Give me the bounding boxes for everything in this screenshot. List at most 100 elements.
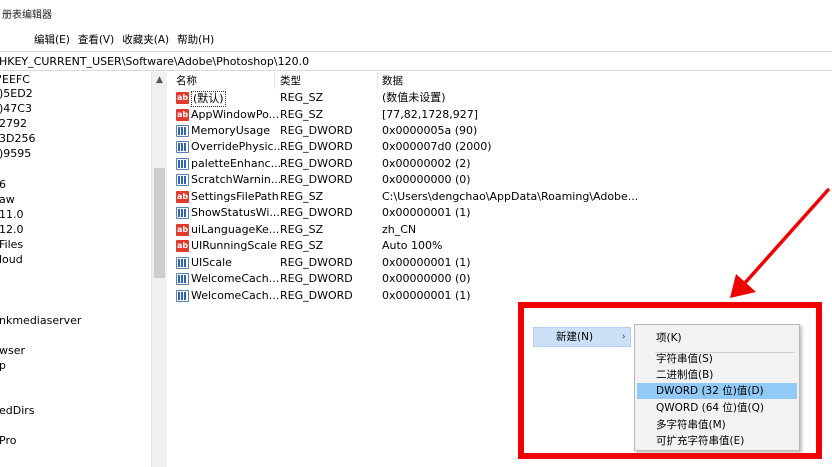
tree-item[interactable]: wser	[0, 343, 25, 359]
value-type: REG_DWORD	[280, 272, 353, 285]
tree-item[interactable]: aw	[0, 192, 15, 208]
submenu-item-dword-value[interactable]: DWORD (32 位)值(D)	[637, 383, 797, 399]
submenu-item-binary-value[interactable]: 二进制值(B)	[637, 367, 797, 383]
value-name: ScratchWarnin...	[191, 173, 282, 186]
tree-scrollbar[interactable]: ▲	[151, 72, 167, 467]
tree-item[interactable]: 11.0	[0, 207, 24, 223]
value-data: 0x00000001 (1)	[382, 289, 471, 302]
value-name: MemoryUsage	[191, 124, 271, 137]
tree-item[interactable]: p	[0, 358, 6, 374]
submenu-item-qword-value[interactable]: QWORD (64 位)值(Q)	[637, 400, 797, 416]
menu-edit[interactable]: 编辑(E)	[30, 30, 74, 50]
value-type: REG_DWORD	[280, 140, 353, 153]
value-name: paletteEnhanc...	[191, 157, 282, 170]
value-data: 0x00000000 (0)	[382, 173, 471, 186]
tree-item[interactable]: 12.0	[0, 222, 24, 238]
value-name: UIRunningScale	[191, 239, 277, 252]
value-type: REG_SZ	[280, 223, 324, 236]
tree-item[interactable]: 2792	[0, 116, 27, 132]
value-type: REG_DWORD	[280, 256, 353, 269]
column-header-data[interactable]: 数据	[382, 74, 403, 88]
registry-tree-pane[interactable]: 'EEFC )5ED2 )47C3 2792 3D256 )9595 6 aw …	[0, 72, 167, 467]
value-data: zh_CN	[382, 223, 417, 236]
column-separator[interactable]	[377, 72, 378, 89]
column-separator[interactable]	[274, 72, 275, 89]
value-name: WelcomeCach...	[191, 289, 280, 302]
column-header-name[interactable]: 名称	[176, 74, 197, 88]
value-type: REG_SZ	[280, 91, 324, 104]
submenu-item-multi-string-value[interactable]: 多字符串值(M)	[637, 417, 797, 433]
value-data: 0x000007d0 (2000)	[382, 140, 492, 153]
value-data: 0x00000001 (1)	[382, 256, 471, 269]
value-row[interactable]: WelcomeCach... REG_DWORD 0x00000000 (0)	[171, 271, 641, 287]
context-menu[interactable]: 新建(N) ›	[533, 327, 631, 347]
string-value-icon: ab	[176, 240, 189, 252]
tree-item[interactable]: 6	[0, 177, 6, 193]
value-row[interactable]: WelcomeCach... REG_DWORD 0x00000001 (1)	[171, 288, 641, 304]
dword-value-icon	[176, 207, 189, 219]
window-title: 册表编辑器	[2, 10, 52, 21]
tree-item[interactable]: Files	[0, 237, 23, 253]
tree-item[interactable]: )47C3	[0, 101, 32, 117]
dword-value-icon	[176, 257, 189, 269]
menu-bar: 编辑(E) 查看(V) 收藏夹(A) 帮助(H)	[0, 30, 218, 50]
value-type: REG_DWORD	[280, 289, 353, 302]
value-type: REG_DWORD	[280, 206, 353, 219]
value-data: 0x00000001 (1)	[382, 206, 471, 219]
value-name: WelcomeCach...	[191, 272, 280, 285]
address-bar[interactable]: HKEY_CURRENT_USER\Software\Adobe\Photosh…	[0, 51, 832, 71]
scroll-thumb[interactable]	[154, 168, 165, 278]
value-data: 0x00000000 (0)	[382, 272, 471, 285]
value-row[interactable]: ab AppWindowPo... REG_SZ [77,82,1728,927…	[171, 107, 641, 123]
menu-item-new[interactable]: 新建(N)	[556, 330, 593, 344]
value-type: REG_SZ	[280, 239, 324, 252]
tree-item[interactable]: nkmediaserver	[0, 313, 81, 329]
tree-item[interactable]: loud	[0, 252, 23, 268]
string-value-icon: ab	[176, 224, 189, 236]
dword-value-icon	[176, 273, 189, 285]
value-name: UIScale	[191, 256, 232, 269]
value-row[interactable]: ab uiLanguageKe... REG_SZ zh_CN	[171, 222, 641, 238]
value-data: 0x00000002 (2)	[382, 157, 471, 170]
value-row[interactable]: UIScale REG_DWORD 0x00000001 (1)	[171, 255, 641, 271]
submenu-item-string-value[interactable]: 字符串值(S)	[637, 351, 797, 367]
value-row[interactable]: ab UIRunningScale REG_SZ Auto 100%	[171, 238, 641, 254]
value-data: Auto 100%	[382, 239, 443, 252]
menu-view[interactable]: 查看(V)	[74, 30, 118, 50]
value-data: C:\Users\dengchao\AppData\Roaming\Adobe.…	[382, 190, 639, 203]
value-name: OverridePhysic...	[191, 140, 285, 153]
menu-help[interactable]: 帮助(H)	[173, 30, 218, 50]
address-path[interactable]: HKEY_CURRENT_USER\Software\Adobe\Photosh…	[0, 52, 309, 70]
dword-value-icon	[176, 174, 189, 186]
value-row[interactable]: ShowStatusWi... REG_DWORD 0x00000001 (1)	[171, 205, 641, 221]
scroll-up-arrow-icon[interactable]: ▲	[156, 75, 163, 85]
value-row[interactable]: OverridePhysic... REG_DWORD 0x000007d0 (…	[171, 139, 641, 155]
value-row[interactable]: MemoryUsage REG_DWORD 0x0000005a (90)	[171, 123, 641, 139]
value-data: 0x0000005a (90)	[382, 124, 478, 137]
value-name: AppWindowPo...	[191, 108, 280, 121]
string-value-icon: ab	[176, 92, 189, 104]
value-name: ShowStatusWi...	[191, 206, 280, 219]
value-type: REG_SZ	[280, 190, 324, 203]
value-row[interactable]: ScratchWarnin... REG_DWORD 0x00000000 (0…	[171, 172, 641, 188]
menu-favorites[interactable]: 收藏夹(A)	[118, 30, 173, 50]
value-type: REG_SZ	[280, 108, 324, 121]
string-value-icon: ab	[176, 191, 189, 203]
value-type: REG_DWORD	[280, 124, 353, 137]
tree-item[interactable]: 3D256	[0, 131, 35, 147]
submenu-item-key[interactable]: 项(K)	[637, 330, 797, 346]
dword-value-icon	[176, 158, 189, 170]
dword-value-icon	[176, 290, 189, 302]
tree-item[interactable]: edDirs	[0, 403, 35, 419]
tree-item[interactable]: Pro	[0, 433, 16, 449]
value-row[interactable]: ab SettingsFilePath REG_SZ C:\Users\deng…	[171, 189, 641, 205]
column-header-type[interactable]: 类型	[280, 74, 301, 88]
dword-value-icon	[176, 125, 189, 137]
new-submenu[interactable]: 项(K) 字符串值(S) 二进制值(B) DWORD (32 位)值(D) QW…	[634, 324, 800, 451]
value-row[interactable]: ab (默认) REG_SZ (数值未设置)	[171, 90, 641, 107]
tree-item[interactable]: )5ED2	[0, 86, 33, 102]
chevron-right-icon: ›	[622, 332, 626, 342]
submenu-item-expandable-string-value[interactable]: 可扩充字符串值(E)	[637, 433, 797, 449]
value-row[interactable]: paletteEnhanc... REG_DWORD 0x00000002 (2…	[171, 156, 641, 172]
tree-item[interactable]: )9595	[0, 146, 31, 162]
